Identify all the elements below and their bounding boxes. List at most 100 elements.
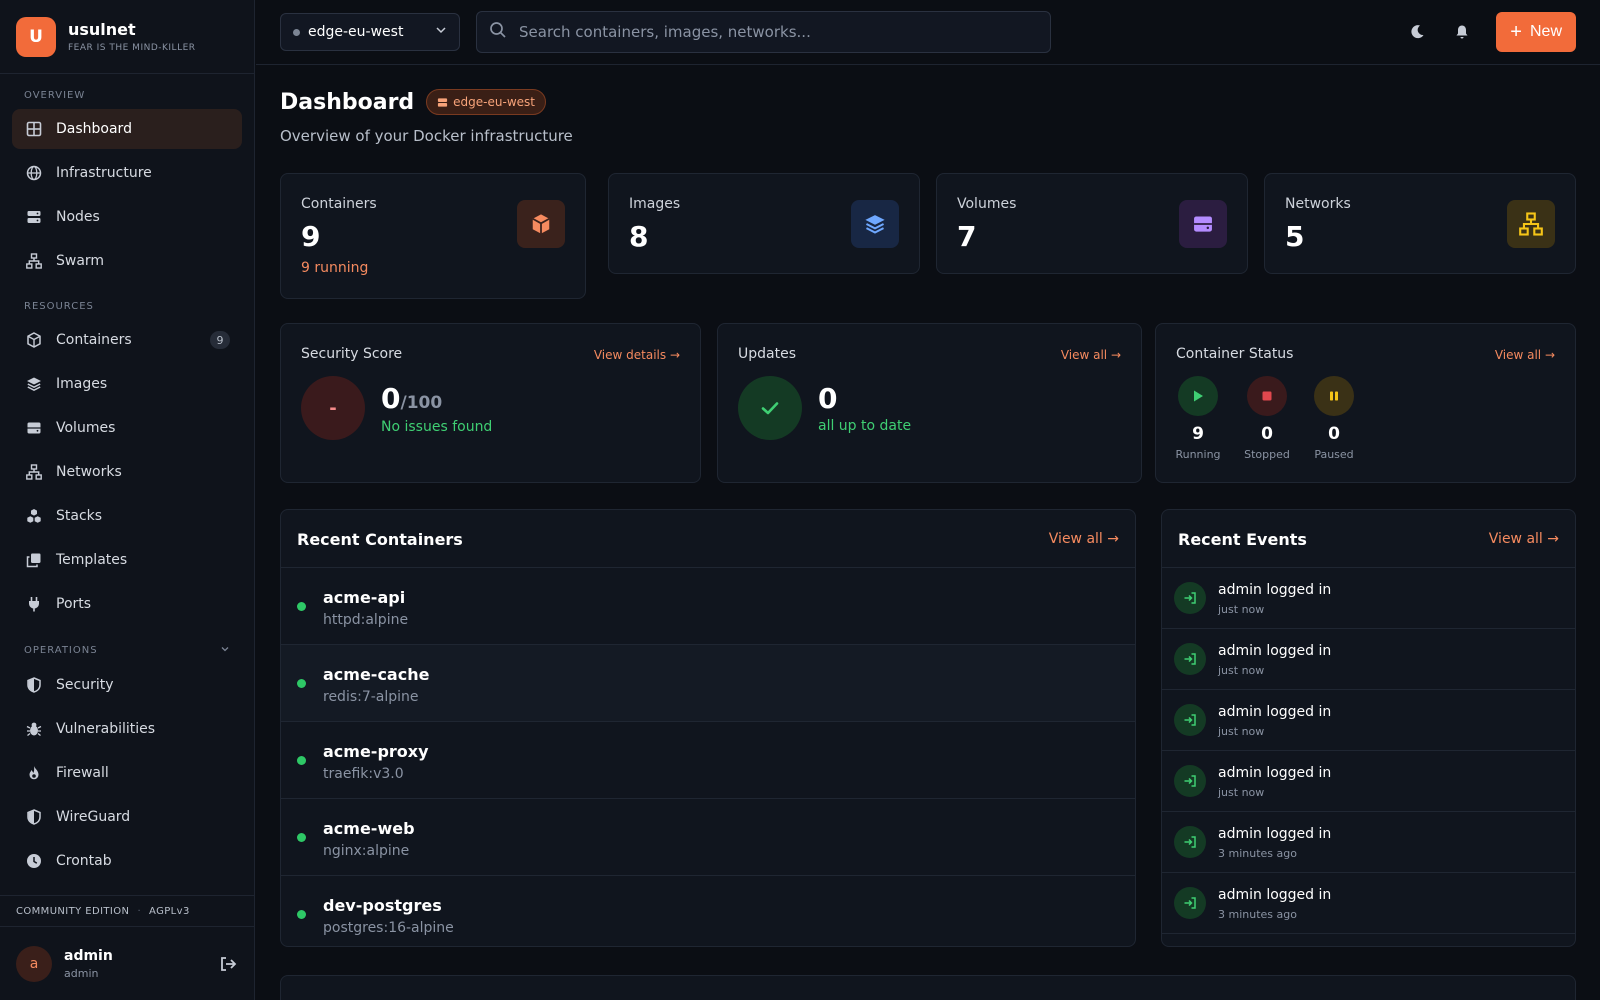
user-name: admin (64, 947, 113, 964)
sidebar-item-networks[interactable]: Networks (12, 452, 242, 492)
event-text: admin logged in (1218, 765, 1332, 781)
view-all-link[interactable]: View all → (1495, 348, 1555, 362)
stat-value: 7 (957, 220, 977, 253)
stat-card-images[interactable]: Images 8 (608, 173, 920, 274)
view-all-link[interactable]: View all → (1489, 531, 1559, 547)
container-name[interactable]: dev-postgres (323, 896, 442, 915)
avatar[interactable]: a (16, 945, 52, 982)
stat-value: 9 (301, 220, 321, 253)
status-paused[interactable]: 0 Paused (1304, 376, 1364, 461)
view-all-link[interactable]: View all → (1049, 531, 1119, 547)
status-count: 0 (1328, 424, 1340, 444)
security-score-value: 0/100 (381, 382, 442, 415)
plug-icon (26, 596, 42, 612)
nav-section-label: OPERATIONS (24, 645, 98, 656)
brand[interactable]: U usulnet FEAR IS THE MIND-KILLER (0, 0, 254, 74)
new-button[interactable]: + New (1496, 12, 1576, 52)
page-subtitle: Overview of your Docker infrastructure (280, 127, 573, 145)
sidebar-item-infrastructure[interactable]: Infrastructure (12, 153, 242, 193)
container-image: nginx:alpine (323, 843, 410, 859)
cubes-icon (26, 508, 42, 524)
recent-containers-panel: Recent Containers View all → acme-api ht… (280, 509, 1136, 947)
sign-in-icon (1174, 582, 1206, 614)
updates-card: Updates View all → 0 all up to date (717, 323, 1142, 483)
check-icon (738, 376, 802, 440)
list-item[interactable]: admin logged in 3 minutes ago (1162, 873, 1575, 934)
table-row[interactable]: acme-cache redis:7-alpine (281, 645, 1135, 722)
nav-section-operations[interactable]: OPERATIONS (12, 628, 242, 665)
sidebar-item-volumes[interactable]: Volumes (12, 408, 242, 448)
search-input[interactable] (519, 23, 1038, 41)
table-row[interactable]: dev-postgres postgres:16-alpine (281, 876, 1135, 946)
shield-icon (26, 809, 42, 825)
event-time: 3 minutes ago (1218, 847, 1297, 860)
table-row[interactable]: acme-proxy traefik:v3.0 (281, 722, 1135, 799)
sidebar-item-vulnerabilities[interactable]: Vulnerabilities (12, 709, 242, 749)
status-count: 9 (1192, 424, 1204, 444)
environment-select[interactable]: edge-eu-west (280, 13, 460, 51)
sidebar-item-label: Swarm (56, 253, 105, 269)
container-name[interactable]: acme-api (323, 588, 405, 607)
stat-card-networks[interactable]: Networks 5 (1264, 173, 1576, 274)
sidebar-item-stacks[interactable]: Stacks (12, 496, 242, 536)
bell-icon[interactable] (1444, 14, 1480, 50)
stat-label: Containers (301, 196, 377, 212)
brand-logo: U (16, 16, 56, 57)
table-row[interactable]: acme-api httpd:alpine (281, 568, 1135, 645)
new-button-label: New (1529, 23, 1562, 40)
network-icon (1507, 200, 1555, 248)
brand-tagline: FEAR IS THE MIND-KILLER (68, 43, 196, 53)
environment-select-value: edge-eu-west (308, 24, 404, 40)
view-all-link[interactable]: View all → (1061, 348, 1121, 362)
sidebar-item-images[interactable]: Images (12, 364, 242, 404)
sidebar-item-templates[interactable]: Templates (12, 540, 242, 580)
sign-in-icon (1174, 643, 1206, 675)
sidebar-item-containers[interactable]: Containers 9 (12, 320, 242, 360)
status-stopped[interactable]: 0 Stopped (1237, 376, 1297, 461)
container-name[interactable]: acme-proxy (323, 742, 429, 761)
user-role: admin (64, 966, 99, 980)
sidebar-item-firewall[interactable]: Firewall (12, 753, 242, 793)
sidebar-item-label: Security (56, 677, 114, 693)
sidebar-item-label: Firewall (56, 765, 109, 781)
sidebar-item-nodes[interactable]: Nodes (12, 197, 242, 237)
stat-label: Images (629, 196, 681, 212)
list-item[interactable]: admin logged in just now (1162, 568, 1575, 629)
status-dot (297, 602, 306, 611)
sidebar-item-security[interactable]: Security (12, 665, 242, 705)
search-bar[interactable] (476, 11, 1051, 53)
list-item[interactable]: admin logged in just now (1162, 690, 1575, 751)
globe-icon (26, 165, 42, 181)
sidebar-item-swarm[interactable]: Swarm (12, 241, 242, 281)
status-dot (297, 756, 306, 765)
layers-icon (851, 200, 899, 248)
sidebar-item-ports[interactable]: Ports (12, 584, 242, 624)
logout-icon[interactable] (218, 954, 238, 974)
container-name[interactable]: acme-web (323, 819, 415, 838)
sidebar-item-crontab[interactable]: Crontab (12, 841, 242, 881)
list-item[interactable]: admin logged in 3 minutes ago (1162, 812, 1575, 873)
chevron-down-icon[interactable] (220, 644, 230, 657)
table-row[interactable]: acme-web nginx:alpine (281, 799, 1135, 876)
play-icon (1178, 376, 1218, 416)
sidebar-item-wireguard[interactable]: WireGuard (12, 797, 242, 837)
event-text: admin logged in (1218, 704, 1332, 720)
plus-icon: + (1510, 21, 1522, 43)
list-item[interactable] (1162, 934, 1575, 946)
moon-icon[interactable] (1399, 14, 1435, 50)
list-item[interactable]: admin logged in just now (1162, 751, 1575, 812)
stat-card-containers[interactable]: Containers 9 9 running (280, 173, 586, 299)
sidebar-item-label: Dashboard (56, 121, 132, 137)
environment-badge: edge-eu-west (426, 89, 546, 115)
event-time: just now (1218, 664, 1265, 677)
view-details-link[interactable]: View details → (594, 348, 680, 362)
status-running[interactable]: 9 Running (1168, 376, 1228, 461)
clock-icon (26, 853, 42, 869)
stat-card-volumes[interactable]: Volumes 7 (936, 173, 1248, 274)
container-name[interactable]: acme-cache (323, 665, 429, 684)
sidebar-item-dashboard[interactable]: Dashboard (12, 109, 242, 149)
status-label: Stopped (1244, 448, 1290, 461)
stat-value: 5 (1285, 220, 1305, 253)
sidebar-item-label: Stacks (56, 508, 103, 524)
list-item[interactable]: admin logged in just now (1162, 629, 1575, 690)
